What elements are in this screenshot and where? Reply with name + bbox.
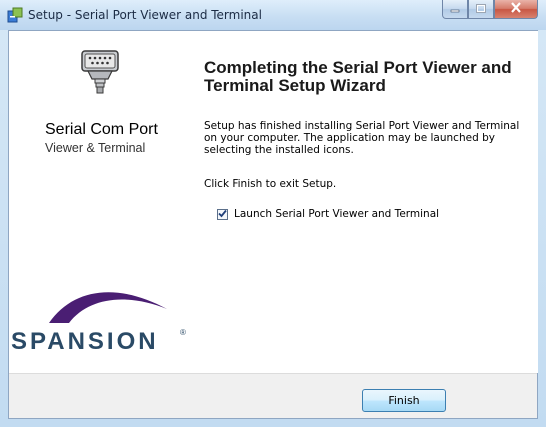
side-panel: Serial Com Port Viewer & Terminal SPANSI… [9, 31, 192, 373]
close-button[interactable] [494, 0, 538, 19]
logo-text: SPANSION [11, 328, 159, 355]
close-icon [510, 0, 522, 18]
setup-window: Setup - Serial Port Viewer and Terminal [0, 0, 546, 427]
logo-registered-mark: ® [180, 328, 186, 337]
minimize-icon [450, 0, 460, 18]
brand-subtitle: Viewer & Terminal [45, 141, 146, 155]
window-title: Setup - Serial Port Viewer and Terminal [28, 8, 262, 22]
setup-icon[interactable] [7, 7, 23, 23]
check-icon [218, 205, 227, 223]
main-panel: Completing the Serial Port Viewer and Te… [192, 31, 538, 373]
maximize-button[interactable] [468, 0, 494, 19]
title-bar[interactable]: Setup - Serial Port Viewer and Terminal [0, 0, 546, 30]
launch-checkbox[interactable] [217, 208, 228, 220]
spansion-logo: SPANSION ® [9, 279, 209, 359]
finish-button[interactable]: Finish [362, 389, 446, 412]
maximize-icon [476, 0, 486, 18]
exit-instruction: Click Finish to exit Setup. [204, 178, 337, 190]
button-bar: Finish [9, 373, 537, 418]
caption-buttons [442, 0, 538, 20]
launch-checkbox-label[interactable]: Launch Serial Port Viewer and Terminal [234, 208, 439, 220]
wizard-heading: Completing the Serial Port Viewer and Te… [204, 58, 512, 95]
finish-description: Setup has finished installing Serial Por… [204, 120, 520, 156]
serial-connector-icon [80, 49, 120, 97]
minimize-button[interactable] [442, 0, 468, 19]
brand-title: Serial Com Port [45, 121, 158, 138]
wizard-content: Serial Com Port Viewer & Terminal SPANSI… [8, 30, 538, 419]
launch-option[interactable]: Launch Serial Port Viewer and Terminal [217, 208, 439, 220]
